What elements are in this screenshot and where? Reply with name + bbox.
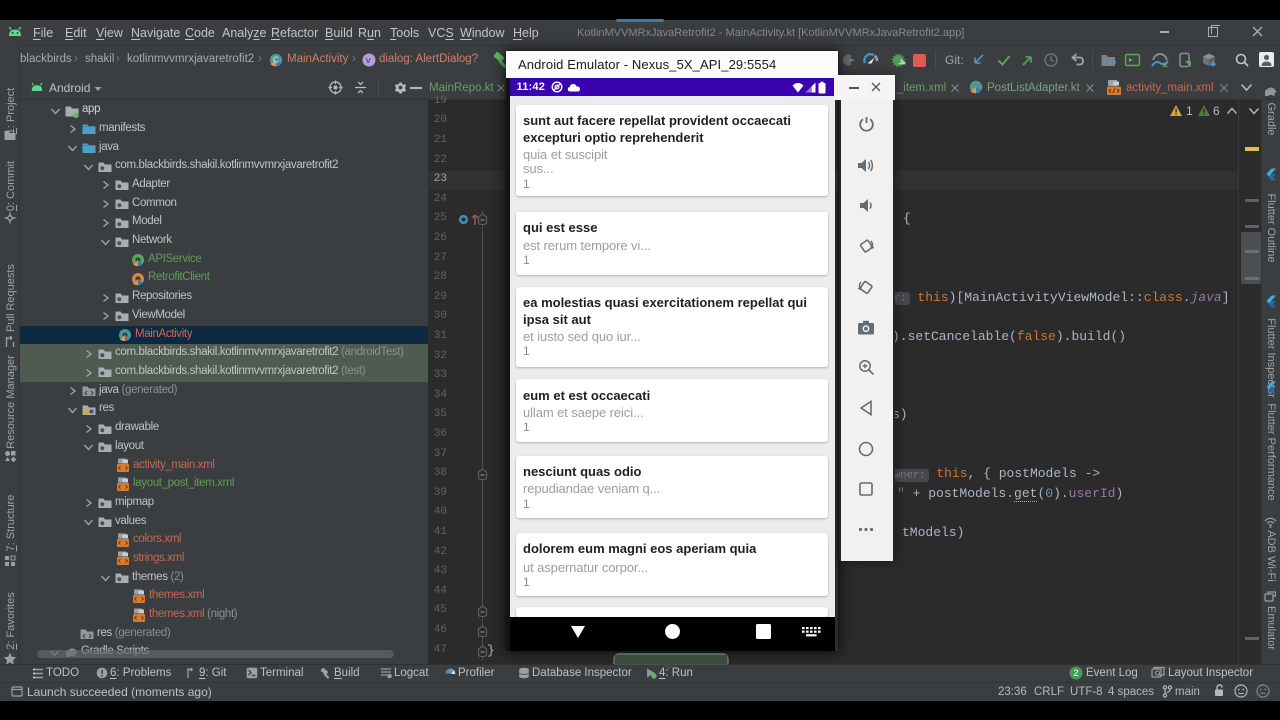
svg-text:C: C [273,56,279,65]
svg-text:v: v [366,55,371,65]
svg-text:2: 2 [1073,668,1078,679]
